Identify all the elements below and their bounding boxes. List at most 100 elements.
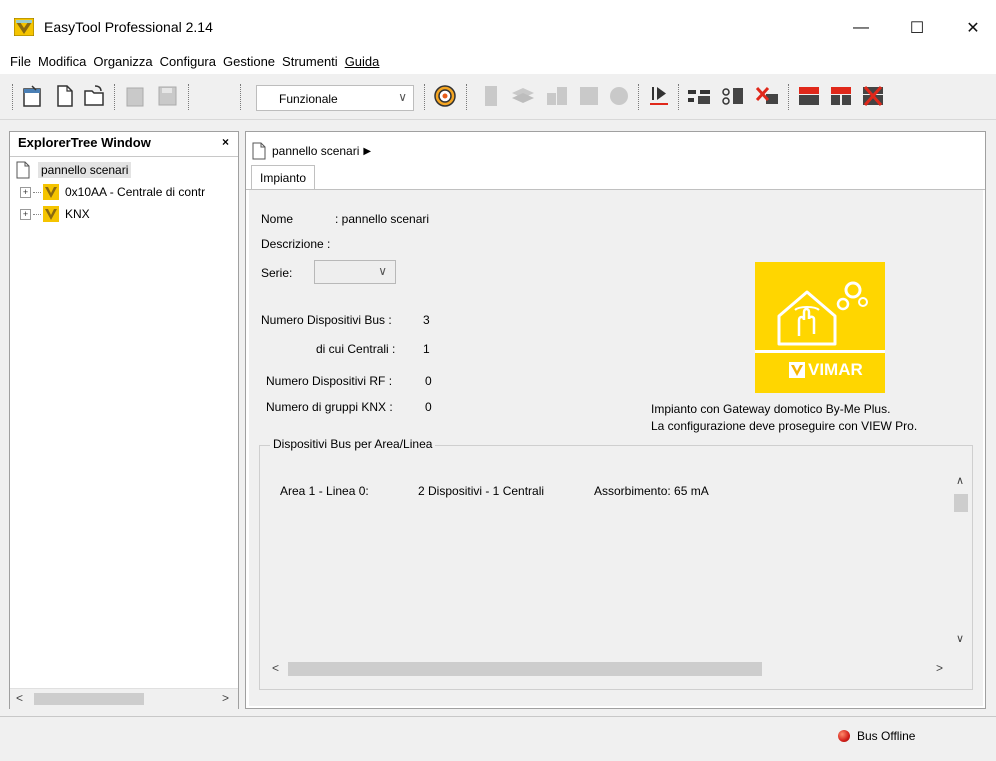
tree-item-centrale[interactable]: + 0x10AA - Centrale di contr xyxy=(20,182,205,202)
scroll-right-icon[interactable]: > xyxy=(222,691,229,705)
breadcrumb[interactable]: pannello scenari ▶ xyxy=(252,142,371,160)
tab-bar: Impianto xyxy=(246,165,985,190)
panel-remove-button[interactable] xyxy=(860,82,886,110)
serie-select[interactable]: ∨ xyxy=(314,260,396,284)
impianto-panel: Nome : pannello scenari Descrizione : Se… xyxy=(249,190,983,706)
menu-guida[interactable]: Guida xyxy=(345,54,380,69)
new-project-button[interactable] xyxy=(20,82,46,110)
floor-button[interactable] xyxy=(510,82,536,110)
remove-network-button[interactable] xyxy=(754,82,780,110)
view-mode-select[interactable]: Funzionale ∨ xyxy=(256,85,414,111)
serie-label: Serie: xyxy=(261,266,293,280)
vimar-device-icon xyxy=(43,206,59,222)
vimar-v-icon xyxy=(789,362,805,378)
device-button[interactable] xyxy=(606,82,632,110)
vertical-scrollbar[interactable]: ∧ ∨ xyxy=(954,462,968,652)
info-line-2: La configurazione deve proseguire con VI… xyxy=(651,419,918,433)
scroll-down-icon[interactable]: ∨ xyxy=(956,632,964,645)
area-icon xyxy=(580,87,598,105)
tree-connector xyxy=(33,191,41,193)
toolbar-separator xyxy=(788,84,789,110)
vimar-device-icon xyxy=(43,184,59,200)
nome-value: : pannello scenari xyxy=(335,212,430,226)
chevron-down-icon: ∨ xyxy=(378,264,387,278)
window-title: EasyTool Professional 2.14 xyxy=(44,19,213,35)
toolbar-separator xyxy=(188,84,189,110)
chevron-down-icon: ∨ xyxy=(398,90,407,104)
toolbar-separator xyxy=(424,84,425,110)
horizontal-scrollbar[interactable]: < > xyxy=(264,660,954,678)
tree-item-root[interactable]: pannello scenari xyxy=(16,160,132,180)
breadcrumb-label: pannello scenari xyxy=(272,144,360,158)
bus-status-text: Bus Offline xyxy=(857,729,916,743)
bus-status-icon xyxy=(838,730,850,742)
delete-button[interactable] xyxy=(122,82,148,110)
explorer-header: ExplorerTree Window × xyxy=(10,132,238,157)
tab-label: Impianto xyxy=(259,170,307,185)
room-button[interactable] xyxy=(544,82,570,110)
new-document-icon xyxy=(57,85,73,107)
network-button[interactable] xyxy=(686,82,712,110)
toolbar-separator xyxy=(240,84,241,110)
scroll-left-icon[interactable]: < xyxy=(272,661,279,675)
panel-add-icon xyxy=(831,87,851,105)
vimar-logo-text: VIMAR xyxy=(808,360,863,379)
logo-divider xyxy=(755,350,885,353)
explorer-close-icon[interactable]: × xyxy=(222,135,229,149)
knx-groups-label: Numero di gruppi KNX : xyxy=(266,400,393,414)
knx-groups-value: 0 xyxy=(425,400,432,414)
menu-modifica[interactable]: Modifica xyxy=(38,54,86,69)
scrollbar-thumb[interactable] xyxy=(288,662,762,676)
menu-organizza[interactable]: Organizza xyxy=(93,54,152,69)
group-title: Dispositivi Bus per Area/Linea xyxy=(270,437,436,451)
area-devices: 2 Dispositivi - 1 Centrali xyxy=(418,484,545,498)
device-icon xyxy=(610,87,628,105)
scroll-left-icon[interactable]: < xyxy=(16,691,23,705)
scroll-up-icon[interactable]: ∧ xyxy=(956,474,964,487)
menu-gestione[interactable]: Gestione xyxy=(223,54,275,69)
tab-impianto[interactable]: Impianto xyxy=(251,165,315,189)
remove-network-icon xyxy=(755,86,778,104)
open-folder-button[interactable] xyxy=(82,82,108,110)
scrollbar-thumb[interactable] xyxy=(34,693,144,705)
toolbar-separator xyxy=(114,84,115,110)
document-icon xyxy=(16,161,30,179)
menu-file[interactable]: File xyxy=(10,54,31,69)
centrali-label: di cui Centrali : xyxy=(316,342,396,356)
new-document-button[interactable] xyxy=(52,82,78,110)
expand-icon[interactable]: + xyxy=(20,186,31,198)
area-absorption: Assorbimento: 65 mA xyxy=(594,484,709,498)
expand-icon[interactable]: + xyxy=(20,208,31,220)
close-icon: ✕ xyxy=(966,20,980,37)
area-line-list: Area 1 - Linea 0: 2 Dispositivi - 1 Cent… xyxy=(264,462,968,684)
topology-icon xyxy=(722,88,743,105)
descrizione-label: Descrizione : xyxy=(261,237,331,251)
scrollbar-thumb[interactable] xyxy=(954,494,968,512)
menu-configura[interactable]: Configura xyxy=(160,54,216,69)
status-bar: Bus Offline xyxy=(0,716,996,761)
panel-button[interactable] xyxy=(796,82,822,110)
explorer-horizontal-scrollbar[interactable]: < > xyxy=(10,688,238,709)
nome-label: Nome xyxy=(261,212,294,226)
panel-add-button[interactable] xyxy=(828,82,854,110)
save-button[interactable] xyxy=(154,82,180,110)
target-button[interactable] xyxy=(432,82,458,110)
maximize-button[interactable]: ☐ xyxy=(894,8,940,48)
area-button[interactable] xyxy=(576,82,602,110)
minimize-button[interactable]: — xyxy=(838,8,884,48)
view-mode-value: Funzionale xyxy=(279,92,338,106)
new-project-icon xyxy=(23,85,41,107)
close-button[interactable]: ✕ xyxy=(950,8,996,48)
building-button[interactable] xyxy=(478,82,504,110)
list-item: Area 1 - Linea 0: 2 Dispositivi - 1 Cent… xyxy=(280,484,880,500)
download-button[interactable] xyxy=(646,82,672,110)
topology-button[interactable] xyxy=(720,82,746,110)
chevron-right-icon: ▶ xyxy=(363,145,372,157)
rf-devices-value: 0 xyxy=(425,374,432,388)
minimize-icon: — xyxy=(853,19,869,36)
scroll-right-icon[interactable]: > xyxy=(936,661,943,675)
tree-item-knx[interactable]: + KNX xyxy=(20,204,90,224)
menu-strumenti[interactable]: Strumenti xyxy=(282,54,338,69)
info-line-1: Impianto con Gateway domotico By-Me Plus… xyxy=(651,402,891,416)
main-pane: pannello scenari ▶ Impianto Nome : panne… xyxy=(245,131,986,709)
